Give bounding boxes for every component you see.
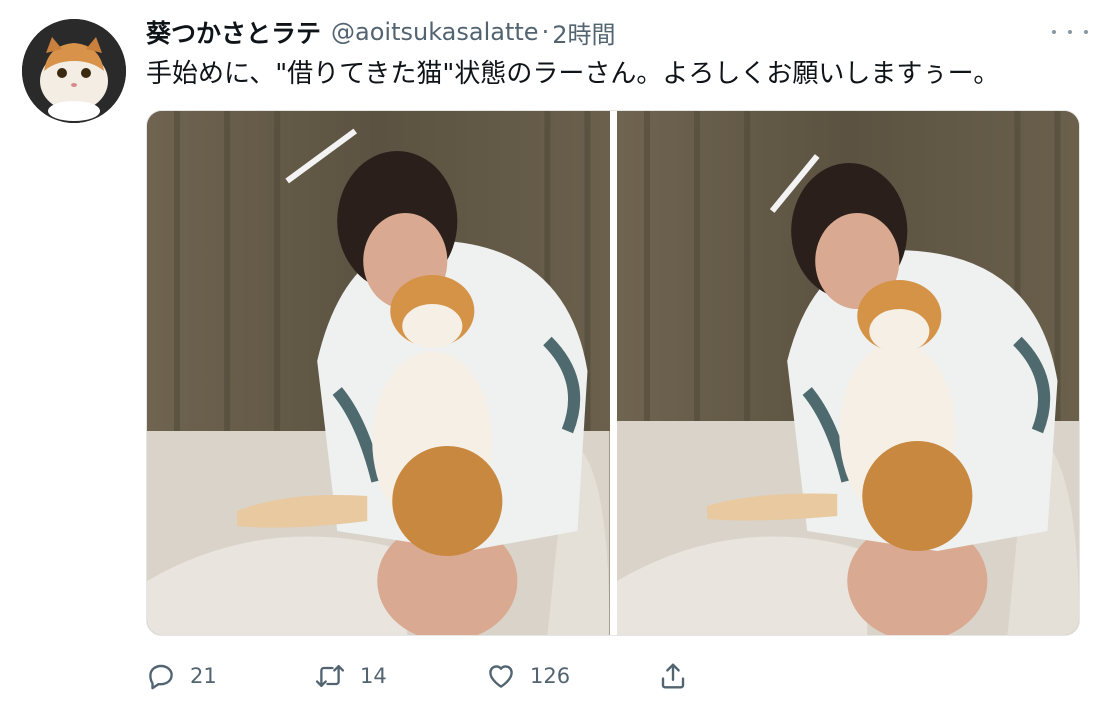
photo-1[interactable]: [147, 111, 610, 635]
retweet-count: 14: [360, 664, 387, 688]
display-name[interactable]: 葵つかさとラテ: [146, 14, 321, 50]
like-button[interactable]: 126: [486, 656, 570, 696]
separator-dot: ·: [541, 18, 550, 46]
avatar[interactable]: [22, 19, 126, 123]
retweet-icon: [315, 664, 345, 688]
reply-button[interactable]: 21: [146, 656, 217, 696]
tweet-text: 手始めに、"借りてきた猫"状態のラーさん。よろしくお願いしますぅー。: [146, 59, 1000, 89]
photo-2[interactable]: [616, 111, 1079, 635]
action-bar: 21 14 126: [146, 656, 706, 696]
timestamp[interactable]: 2時間: [552, 15, 615, 50]
reply-count: 21: [190, 664, 217, 688]
more-options-icon[interactable]: [1052, 22, 1088, 42]
more-dot: [1052, 30, 1056, 34]
media-grid: [146, 110, 1080, 636]
share-icon: [661, 663, 685, 689]
handle[interactable]: @aoitsukasalatte: [331, 18, 539, 46]
reply-icon: [149, 664, 173, 690]
heart-icon: [489, 665, 513, 688]
retweet-button[interactable]: 14: [314, 656, 387, 696]
like-count: 126: [530, 664, 571, 688]
more-dot: [1084, 30, 1088, 34]
more-dot: [1068, 30, 1072, 34]
tweet-header: 葵つかさとラテ @aoitsukasalatte · 2時間: [146, 14, 615, 50]
share-button[interactable]: [658, 656, 688, 696]
tweet: 葵つかさとラテ @aoitsukasalatte · 2時間 手始めに、"借りて…: [0, 0, 1108, 704]
